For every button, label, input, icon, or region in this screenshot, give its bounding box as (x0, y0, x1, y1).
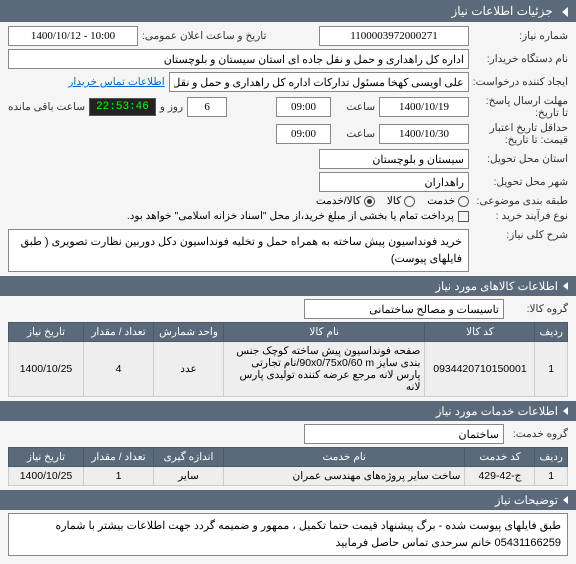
notes-section-header: توضیحات نیاز (0, 490, 576, 510)
reply-date-input[interactable] (379, 97, 469, 117)
services-group-label: گروه خدمت: (508, 428, 568, 440)
days-and-label: روز و (160, 101, 183, 113)
prov-input[interactable] (319, 149, 469, 169)
header-title: جزئیات اطلاعات نیاز (451, 4, 552, 18)
announce-label: تاریخ و ساعت اعلان عمومی: (142, 30, 266, 42)
buytype-label: نوع فرآیند خرید : (473, 210, 568, 222)
table-row[interactable]: 1 0934420710150001 صفحه فونداسیون پیش سا… (9, 342, 568, 397)
goods-group-label: گروه کالا: (508, 303, 568, 315)
requester-label: ایجاد کننده درخواست: (473, 76, 568, 88)
category-radio-group: خدمت کالا کالا/خدمت (316, 195, 469, 207)
city-input[interactable] (319, 172, 469, 192)
caret-icon (563, 496, 568, 504)
desc-text: خرید فونداسیون پیش ساخته به همراه حمل و … (8, 229, 469, 272)
notes-text: طبق فایلهای پیوست شده - برگ پیشنهاد قیمت… (8, 513, 568, 556)
cat-label: طبقه بندی موضوعی: (473, 195, 568, 207)
valid-label: حداقل تاریخ اعتبارقیمت: تا تاریخ: (473, 122, 568, 146)
goods-group-input[interactable] (304, 299, 504, 319)
buyer-input[interactable] (8, 49, 469, 69)
requester-input[interactable] (169, 72, 469, 92)
goods-section-header: اطلاعات کالاهای مورد نیاز (0, 276, 576, 296)
remain-label: ساعت باقی مانده (8, 101, 85, 113)
caret-icon (563, 407, 568, 415)
buyer-info-link[interactable]: اطلاعات تماس خریدار (68, 76, 164, 88)
days-input[interactable] (187, 97, 227, 117)
countdown-timer: 22:53:46 (89, 98, 156, 116)
goods-table-header: ردیف کد کالا نام کالا واحد شمارش تعداد /… (9, 323, 568, 342)
city-label: شهر محل تحویل: (473, 176, 568, 188)
services-section-header: اطلاعات خدمات مورد نیاز (0, 401, 576, 421)
buyer-label: نام دستگاه خریدار: (473, 53, 568, 65)
buytype-checkbox[interactable] (458, 211, 469, 222)
prov-label: استان محل تحویل: (473, 153, 568, 165)
time-label-2: ساعت (335, 128, 375, 140)
radio-both[interactable] (364, 196, 375, 207)
caret-icon (562, 7, 568, 17)
reply-time-input[interactable] (276, 97, 331, 117)
reply-label: مهلت ارسال پاسخ:تا تاریخ: (473, 95, 568, 119)
services-group-input[interactable] (304, 424, 504, 444)
goods-table: ردیف کد کالا نام کالا واحد شمارش تعداد /… (8, 322, 568, 397)
page-header: جزئیات اطلاعات نیاز (0, 0, 576, 22)
table-row[interactable]: 1 ج-42-429 ساخت سایر پروژه‌های مهندسی عم… (9, 467, 568, 486)
services-table: ردیف کد خدمت نام خدمت اندازه گیری تعداد … (8, 447, 568, 486)
valid-time-input[interactable] (276, 124, 331, 144)
req-num-input[interactable] (319, 26, 469, 46)
radio-goods[interactable] (404, 196, 415, 207)
valid-date-input[interactable] (379, 124, 469, 144)
services-table-header: ردیف کد خدمت نام خدمت اندازه گیری تعداد … (9, 448, 568, 467)
req-num-label: شماره نیاز: (473, 30, 568, 42)
caret-icon (563, 282, 568, 290)
buytype-desc: پرداخت تمام یا بخشی از مبلغ خرید،از محل … (127, 210, 454, 222)
announce-input[interactable] (8, 26, 138, 46)
time-label-1: ساعت (335, 101, 375, 113)
radio-service[interactable] (458, 196, 469, 207)
form-area: شماره نیاز: تاریخ و ساعت اعلان عمومی: نا… (0, 22, 576, 229)
desc-label: شرح کلی نیاز: (473, 229, 568, 241)
